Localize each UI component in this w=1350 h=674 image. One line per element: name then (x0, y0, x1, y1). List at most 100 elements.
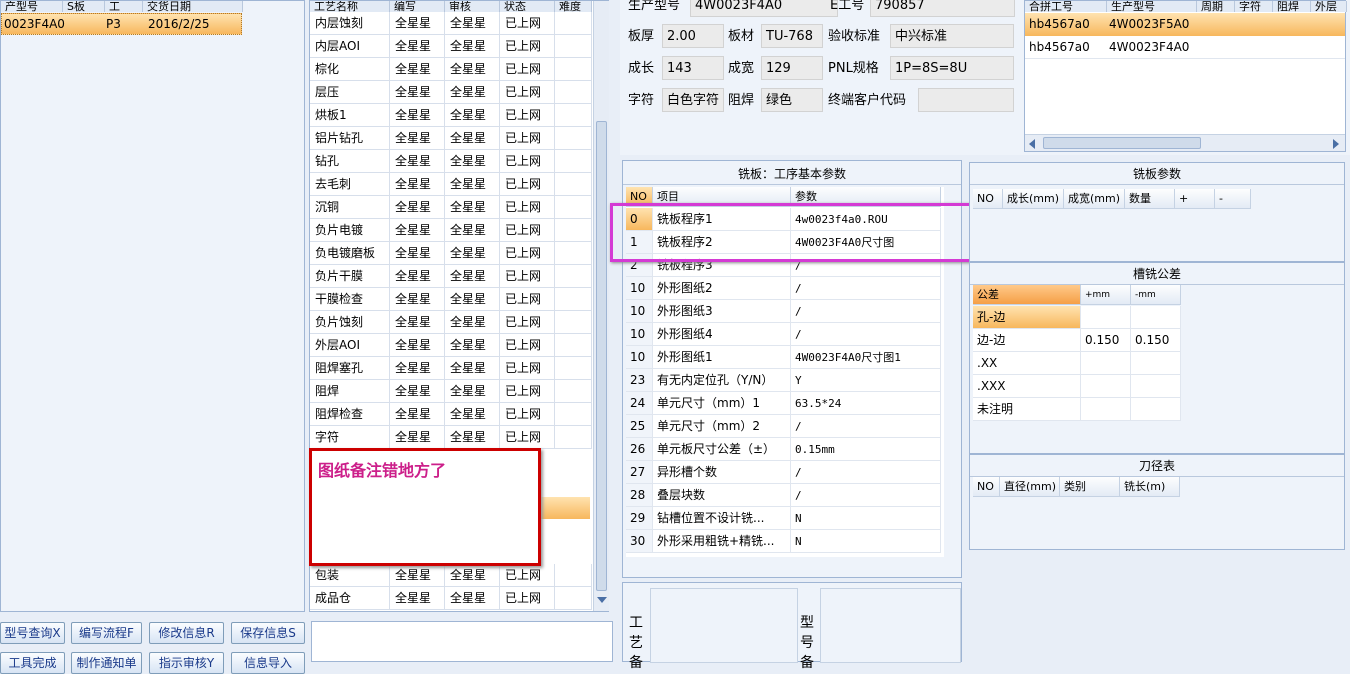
combo-header-outer[interactable]: 外层 (1311, 1, 1347, 12)
combo-header-char[interactable]: 字符 (1235, 1, 1273, 12)
process-row[interactable]: 内层蚀刻 全星星 全星星 已上网 (310, 12, 593, 35)
mill-row[interactable]: 10 外形图纸4/ (626, 323, 944, 346)
tool-header-no[interactable]: NO (973, 477, 1000, 497)
process-header-auditor[interactable]: 审核 (445, 1, 500, 12)
mp-header-qty[interactable]: 数量 (1125, 189, 1175, 209)
process-scrollbar[interactable] (593, 1, 609, 611)
process-row[interactable]: 负片电镀 全星星 全星星 已上网 (310, 219, 593, 242)
write-flow-button[interactable]: 编写流程F (71, 622, 142, 644)
char-field[interactable]: 白色字符 (662, 88, 724, 112)
process-header-name[interactable]: 工艺名称 (310, 1, 390, 12)
process-row[interactable]: 阻焊检查 全星星 全星星 已上网 (310, 403, 593, 426)
mp-header-plus[interactable]: + (1175, 189, 1215, 209)
process-header-difficulty[interactable]: 难度 (555, 1, 592, 12)
mill-row[interactable]: 10 外形图纸3/ (626, 300, 944, 323)
slot-row[interactable]: 未注明 (973, 398, 1183, 421)
process-row[interactable]: 干膜检查 全星星 全星星 已上网 (310, 288, 593, 311)
process-row[interactable]: 阻焊 全星星 全星星 已上网 (310, 380, 593, 403)
mill-row[interactable]: 30 外形采用粗铣+精铣... N (626, 530, 944, 553)
audit-button[interactable]: 指示审核Y (149, 652, 224, 674)
mp-header-wid[interactable]: 成宽(mm) (1064, 189, 1125, 209)
process-row[interactable]: 钻孔 全星星 全星星 已上网 (310, 150, 593, 173)
process-row[interactable]: 负片蚀刻 全星星 全星星 已上网 (310, 311, 593, 334)
combo-header-cycle[interactable]: 周期 (1197, 1, 1235, 12)
mp-header-minus[interactable]: - (1215, 189, 1251, 209)
mill-row[interactable]: 10 外形图纸1 4W0023F4A0尺寸图1 (626, 346, 944, 369)
slot-header-minus[interactable]: -mm (1131, 285, 1181, 305)
material-field[interactable]: TU-768 (761, 24, 823, 48)
process-row[interactable]: 阻焊塞孔 全星星 全星星 已上网 (310, 357, 593, 380)
process-row[interactable]: 去毛刺 全星星 全星星 已上网 (310, 173, 593, 196)
process-difficulty (555, 587, 592, 610)
combo-row-selected[interactable]: hb4567a0 4W0023F5A0 (1025, 13, 1345, 36)
info-import-button[interactable]: 信息导入 (231, 652, 305, 674)
model-query-button[interactable]: 型号查询X (0, 622, 65, 644)
save-info-button[interactable]: 保存信息S (231, 622, 305, 644)
col-header-s[interactable]: S板 (63, 1, 105, 12)
tool-complete-button[interactable]: 工具完成 (0, 652, 65, 674)
make-notice-button[interactable]: 制作通知单 (71, 652, 142, 674)
slot-header-tol[interactable]: 公差 (973, 285, 1081, 305)
process-name: 负片干膜 (310, 265, 390, 288)
combo-header-mask[interactable]: 阻焊 (1273, 1, 1311, 12)
process-row[interactable]: 内层AOI 全星星 全星星 已上网 (310, 35, 593, 58)
process-row[interactable]: 铝片钻孔 全星星 全星星 已上网 (310, 127, 593, 150)
mp-header-len[interactable]: 成长(mm) (1003, 189, 1064, 209)
pnl-field[interactable]: 1P=8S=8U (890, 56, 1014, 80)
mill-row[interactable]: 26 单元板尺寸公差（±） 0.15mm (626, 438, 944, 461)
length-field[interactable]: 143 (662, 56, 724, 80)
customer-code-field[interactable] (918, 88, 1014, 112)
col-header-gong[interactable]: 工 (105, 1, 143, 12)
scroll-thumb[interactable] (596, 121, 607, 591)
width-field[interactable]: 129 (761, 56, 823, 80)
standard-field[interactable]: 中兴标准 (890, 24, 1014, 48)
thickness-field[interactable]: 2.00 (662, 24, 724, 48)
mill-row[interactable]: 27 异形槽个数 / (626, 461, 944, 484)
craft-remark-field[interactable] (650, 588, 798, 663)
tool-header-dia[interactable]: 直径(mm) (1000, 477, 1060, 497)
tool-header-length[interactable]: 铣长(m) (1120, 477, 1180, 497)
process-row[interactable]: 字符 全星星 全星星 已上网 (310, 426, 593, 449)
process-header-status[interactable]: 状态 (500, 1, 555, 12)
model-remark-field[interactable] (820, 588, 961, 663)
process-row[interactable]: 层压 全星星 全星星 已上网 (310, 81, 593, 104)
combo-header-model[interactable]: 生产型号 (1107, 1, 1197, 12)
col-header-date[interactable]: 交货日期 (143, 1, 243, 12)
process-row[interactable]: 沉铜 全星星 全星星 已上网 (310, 196, 593, 219)
col-header-model[interactable]: 产型号 (1, 1, 63, 12)
slot-row[interactable]: .XXX (973, 375, 1183, 398)
hscroll-thumb[interactable] (1043, 137, 1201, 149)
mp-header-no[interactable]: NO (973, 189, 1003, 209)
process-header-writer[interactable]: 编写 (390, 1, 445, 12)
mask-field[interactable]: 绿色 (761, 88, 823, 112)
remark-input[interactable] (311, 621, 613, 662)
mill-row[interactable]: 29 钻槽位置不设计铣... N (626, 507, 944, 530)
process-row[interactable]: 包装 全星星 全星星 已上网 (310, 564, 593, 587)
mill-row[interactable]: 28 叠层块数 / (626, 484, 944, 507)
mill-row[interactable]: 24 单元尺寸（mm）1 63.5*24 (626, 392, 944, 415)
slot-row[interactable]: 边-边 0.150 0.150 (973, 329, 1183, 352)
combo-header-job[interactable]: 合拼工号 (1025, 1, 1107, 12)
modify-info-button[interactable]: 修改信息R (149, 622, 224, 644)
tool-header-type[interactable]: 类别 (1060, 477, 1120, 497)
mill-row[interactable]: 25 单元尺寸（mm）2/ (626, 415, 944, 438)
mill-row[interactable]: 23 有无内定位孔（Y/N） Y (626, 369, 944, 392)
scroll-right-arrow-icon[interactable] (1333, 139, 1339, 149)
slot-header-plus[interactable]: +mm (1081, 285, 1131, 305)
scroll-left-arrow-icon[interactable] (1029, 139, 1035, 149)
process-row[interactable]: 成品仓 全星星 全星星 已上网 (310, 587, 593, 610)
process-row[interactable]: 负片干膜 全星星 全星星 已上网 (310, 265, 593, 288)
mill-row[interactable]: 10 外形图纸2/ (626, 277, 944, 300)
process-row[interactable]: 烘板1 全星星 全星星 已上网 (310, 104, 593, 127)
combo-hscrollbar[interactable] (1025, 134, 1345, 151)
slot-row[interactable]: 孔-边 (973, 306, 1183, 329)
eno-field[interactable]: 790857 (870, 0, 1015, 17)
combo-row[interactable]: hb4567a0 4W0023F4A0 (1025, 36, 1345, 59)
order-row-selected[interactable]: 0023F4A0 P3 2016/2/25 (1, 13, 242, 35)
process-row[interactable]: 外层AOI 全星星 全星星 已上网 (310, 334, 593, 357)
slot-row[interactable]: .XX (973, 352, 1183, 375)
process-row[interactable]: 负电镀磨板 全星星 全星星 已上网 (310, 242, 593, 265)
scroll-down-arrow-icon[interactable] (597, 597, 607, 603)
model-field[interactable]: 4W0023F4A0 (690, 0, 838, 17)
process-row[interactable]: 棕化 全星星 全星星 已上网 (310, 58, 593, 81)
